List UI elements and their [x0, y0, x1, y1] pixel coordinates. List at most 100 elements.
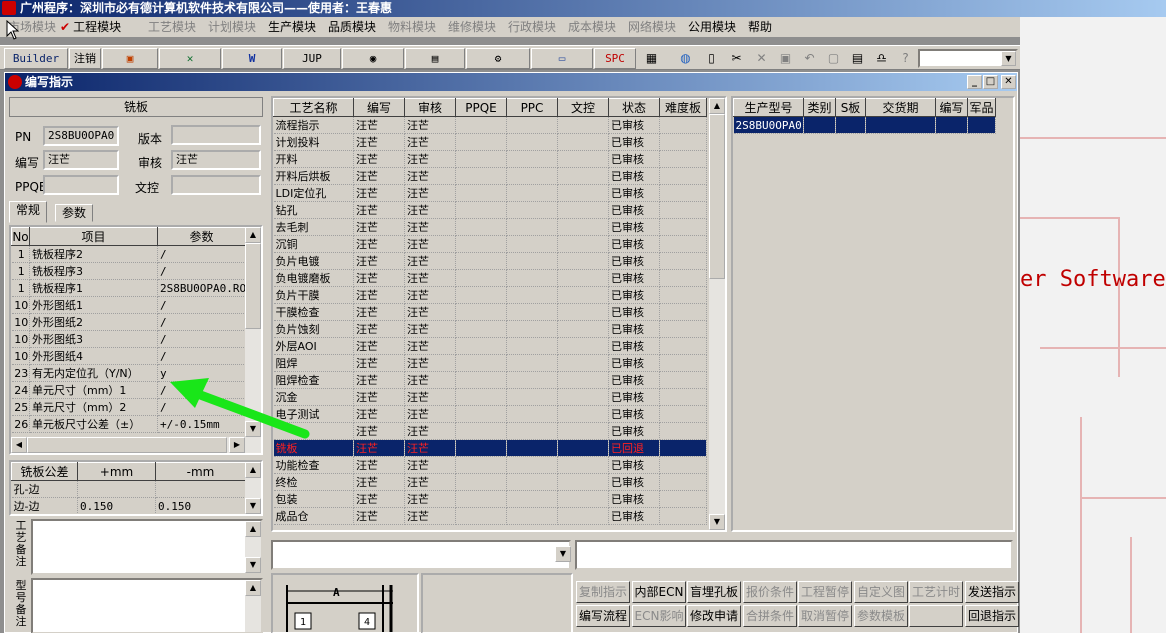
table-row[interactable]: 1 铣板程序1 2S8BU0OPA0.ROU: [11, 279, 246, 297]
table-row[interactable]: 2S8BU0OPA0: [733, 116, 996, 134]
column-header[interactable]: PPC: [506, 98, 558, 117]
table-row[interactable]: 电子测试 汪芒 汪芒 已审核: [273, 405, 707, 423]
scroll-up-icon[interactable]: ▲: [245, 227, 261, 243]
table-row[interactable]: 去毛刺 汪芒 汪芒 已审核: [273, 218, 707, 236]
action-button-1-6[interactable]: [909, 605, 963, 627]
action-button-0-0[interactable]: 复制指示: [576, 581, 630, 603]
table-row[interactable]: 铣板 汪芒 汪芒 已回退: [273, 439, 707, 457]
table-row[interactable]: 负片蚀刻 汪芒 汪芒 已审核: [273, 320, 707, 338]
tab-params[interactable]: 参数: [55, 204, 94, 222]
menu-item-10[interactable]: 网络模块: [628, 17, 676, 37]
chevron-down-icon[interactable]: ▼: [1001, 51, 1016, 66]
column-header[interactable]: 项目: [29, 227, 158, 246]
table-row[interactable]: 包装 汪芒 汪芒 已审核: [273, 490, 707, 508]
column-header[interactable]: 编写: [353, 98, 405, 117]
column-header[interactable]: -mm: [155, 462, 246, 481]
column-header[interactable]: PPQE: [455, 98, 507, 117]
model-memo-field[interactable]: ▲: [31, 578, 263, 633]
delete-icon[interactable]: ✕: [753, 50, 770, 67]
column-header[interactable]: 生产型号: [733, 98, 804, 117]
find-icon[interactable]: ♎: [873, 50, 890, 67]
network-button[interactable]: ⚙: [466, 48, 530, 69]
table-row[interactable]: 1 铣板程序3/: [11, 262, 246, 280]
column-header[interactable]: 交货期: [865, 98, 936, 117]
database-button[interactable]: ▤: [405, 48, 465, 69]
table-row[interactable]: 负片干膜 汪芒 汪芒 已审核: [273, 286, 707, 304]
preview-icon[interactable]: ▢: [825, 50, 842, 67]
table-row[interactable]: 负电镀磨板 汪芒 汪芒 已审核: [273, 269, 707, 287]
help-icon[interactable]: ?: [897, 50, 914, 67]
scroll-thumb[interactable]: [709, 114, 725, 279]
word-button[interactable]: W: [222, 48, 282, 69]
menu-item-3[interactable]: 计划模块: [208, 17, 256, 37]
ppqe-field[interactable]: [43, 175, 119, 195]
logout-button[interactable]: 注销: [69, 48, 101, 69]
spc-button[interactable]: SPC: [594, 48, 636, 69]
table-row[interactable]: 干膜检查 汪芒 汪芒 已审核: [273, 303, 707, 321]
maximize-icon[interactable]: □: [983, 75, 998, 89]
action-button-0-6[interactable]: 工艺计时: [909, 581, 963, 603]
action-button-1-5[interactable]: 参数模板: [854, 605, 908, 627]
tolerance-vscroll[interactable]: ▲ ▼: [245, 462, 261, 514]
table-row[interactable]: 1 铣板程序2/: [11, 245, 246, 263]
table-row[interactable]: 外层AOI 汪芒 汪芒 已审核: [273, 337, 707, 355]
column-header[interactable]: 类别: [803, 98, 836, 117]
builder-button[interactable]: Builder: [4, 48, 68, 69]
table-row[interactable]: 10 外形图纸2/: [11, 313, 246, 331]
menu-item-8[interactable]: 行政模块: [508, 17, 556, 37]
process-vscroll[interactable]: ▲ ▼: [709, 98, 725, 530]
menu-item-9[interactable]: 成本模块: [568, 17, 616, 37]
remark-field[interactable]: [575, 540, 1013, 570]
action-button-1-1[interactable]: ECN影响: [632, 605, 686, 627]
menu-item-7[interactable]: 维修模块: [448, 17, 496, 37]
menu-item-6[interactable]: 物料模块: [388, 17, 436, 37]
column-header[interactable]: 难度板: [659, 98, 707, 117]
scroll-up-icon[interactable]: ▲: [245, 462, 261, 478]
column-header[interactable]: 铣板公差: [11, 462, 78, 481]
menu-item-4[interactable]: 生产模块: [268, 17, 316, 37]
table-row[interactable]: 阻焊检查 汪芒 汪芒 已审核: [273, 371, 707, 389]
scroll-up-icon[interactable]: ▲: [245, 580, 261, 596]
table-row[interactable]: 10 外形图纸1/: [11, 296, 246, 314]
table-row[interactable]: 沉铜 汪芒 汪芒 已审核: [273, 235, 707, 253]
action-button-0-1[interactable]: 内部ECN: [632, 581, 686, 603]
column-header[interactable]: 参数: [157, 227, 246, 246]
table-row[interactable]: 功能检查 汪芒 汪芒 已审核: [273, 456, 707, 474]
tab-general[interactable]: 常规: [9, 201, 48, 223]
table-row[interactable]: 开料 汪芒 汪芒 已审核: [273, 150, 707, 168]
action-button-0-5[interactable]: 自定义图: [854, 581, 908, 603]
table-row[interactable]: 流程指示 汪芒 汪芒 已审核: [273, 116, 707, 134]
table-row[interactable]: 成品仓 汪芒 汪芒 已审核: [273, 507, 707, 525]
table-row[interactable]: 阻焊 汪芒 汪芒 已审核: [273, 354, 707, 372]
table-row[interactable]: 终检 汪芒 汪芒 已审核: [273, 473, 707, 491]
pn-field[interactable]: 2S8BU0OPA0: [43, 126, 119, 146]
globe-icon[interactable]: ◍: [677, 50, 694, 67]
table-row[interactable]: 钻孔 汪芒 汪芒 已审核: [273, 201, 707, 219]
cut-icon[interactable]: ✂: [728, 50, 745, 67]
print-icon[interactable]: ▤: [849, 50, 866, 67]
table-row[interactable]: 孔-边: [11, 480, 246, 498]
table-row[interactable]: 边-边 0.150 0.150: [11, 497, 246, 514]
table-row[interactable]: 汪芒 汪芒 已审核: [273, 422, 707, 440]
scroll-down-icon[interactable]: ▼: [245, 557, 261, 573]
excel-button[interactable]: ✕: [159, 48, 221, 69]
action-button-0-3[interactable]: 报价条件: [743, 581, 797, 603]
calculator-icon[interactable]: ▦: [643, 50, 660, 67]
column-header[interactable]: 审核: [404, 98, 456, 117]
computer-button[interactable]: ▭: [531, 48, 593, 69]
scroll-up-icon[interactable]: ▲: [245, 521, 261, 537]
action-button-0-4[interactable]: 工程暂停: [798, 581, 852, 603]
action-button-0-7[interactable]: 发送指示: [965, 581, 1019, 603]
new-document-icon[interactable]: ▯: [703, 50, 720, 67]
column-header[interactable]: S板: [835, 98, 866, 117]
column-header[interactable]: +mm: [77, 462, 156, 481]
memo-vscroll[interactable]: ▲: [245, 580, 261, 632]
scroll-thumb[interactable]: [245, 243, 261, 329]
table-row[interactable]: 10 外形图纸3/: [11, 330, 246, 348]
menu-item-5[interactable]: 品质模块: [328, 17, 376, 37]
table-row[interactable]: 沉金 汪芒 汪芒 已审核: [273, 388, 707, 406]
process-memo-field[interactable]: ▲ ▼: [31, 519, 263, 575]
table-row[interactable]: 负片电镀 汪芒 汪芒 已审核: [273, 252, 707, 270]
ppt-button[interactable]: ▣: [102, 48, 158, 69]
menu-item-11[interactable]: 公用模块: [688, 17, 736, 37]
